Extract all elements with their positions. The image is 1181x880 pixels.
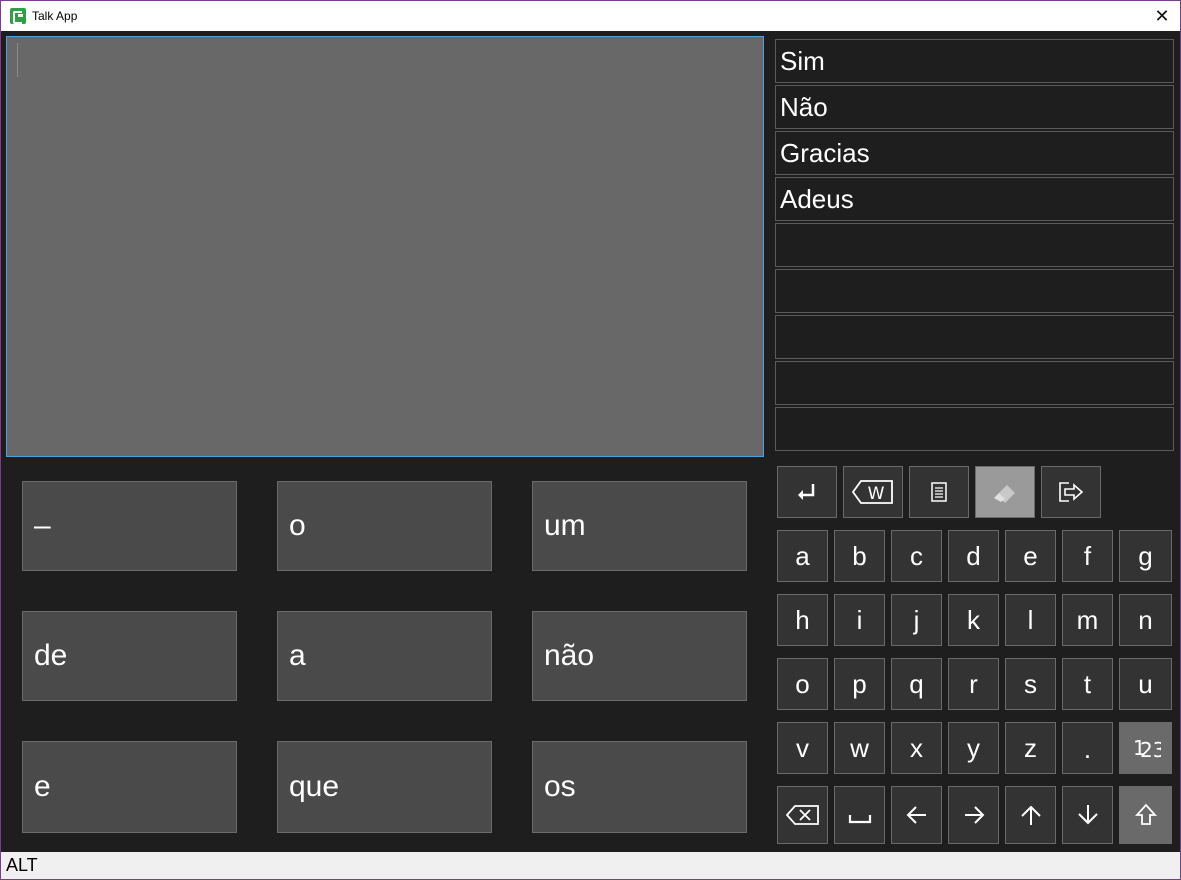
document-icon <box>931 482 947 502</box>
clear-text-button[interactable] <box>975 466 1035 518</box>
shift-icon <box>1134 803 1157 825</box>
phrase-item-3[interactable]: Gracias <box>775 131 1174 175</box>
svg-text:23: 23 <box>1140 738 1161 761</box>
space-icon <box>848 815 871 824</box>
phrase-list-button[interactable] <box>909 466 969 518</box>
phrase-item-7[interactable] <box>775 315 1174 359</box>
key-i[interactable]: i <box>834 594 885 646</box>
prediction-button[interactable]: – <box>22 481 237 571</box>
key-l[interactable]: l <box>1005 594 1056 646</box>
phrase-item-5[interactable] <box>775 223 1174 267</box>
key-p[interactable]: p <box>834 658 885 710</box>
key-w[interactable]: w <box>834 722 885 774</box>
key-j[interactable]: j <box>891 594 942 646</box>
key-s[interactable]: s <box>1005 658 1056 710</box>
arrow-up-icon <box>1020 805 1041 825</box>
key-u[interactable]: u <box>1119 658 1172 710</box>
exit-icon <box>1059 482 1084 502</box>
app-icon <box>10 8 26 24</box>
key-n[interactable]: n <box>1119 594 1172 646</box>
arrow-right-key[interactable] <box>948 786 999 844</box>
key-c[interactable]: c <box>891 530 942 582</box>
arrow-left-key[interactable] <box>891 786 942 844</box>
delete-word-icon: W <box>851 480 893 504</box>
arrow-up-key[interactable] <box>1005 786 1056 844</box>
numbers-key[interactable]: 1 23 <box>1119 722 1172 774</box>
key-q[interactable]: q <box>891 658 942 710</box>
key-f[interactable]: f <box>1062 530 1113 582</box>
key-e[interactable]: e <box>1005 530 1056 582</box>
backspace-icon <box>785 805 819 825</box>
enter-button[interactable] <box>777 466 837 518</box>
exit-button[interactable] <box>1041 466 1101 518</box>
close-button[interactable]: ✕ <box>1150 4 1174 28</box>
enter-icon <box>798 484 815 500</box>
key-o[interactable]: o <box>777 658 828 710</box>
key-k[interactable]: k <box>948 594 999 646</box>
phrase-item-4[interactable]: Adeus <box>775 177 1174 221</box>
window-title: Talk App <box>32 9 78 23</box>
eraser-icon <box>994 485 1015 503</box>
prediction-button[interactable]: os <box>532 741 747 833</box>
numbers-icon: 1 23 <box>1133 736 1161 761</box>
message-text-area[interactable] <box>6 36 764 457</box>
shift-key[interactable] <box>1119 786 1172 844</box>
key-y[interactable]: y <box>948 722 999 774</box>
svg-text:W: W <box>868 484 885 504</box>
key-period[interactable]: . <box>1062 722 1113 774</box>
space-key[interactable] <box>834 786 885 844</box>
arrow-down-key[interactable] <box>1062 786 1113 844</box>
key-m[interactable]: m <box>1062 594 1113 646</box>
text-caret <box>17 43 18 77</box>
status-text: ALT <box>6 855 38 875</box>
phrase-item-1[interactable]: Sim <box>775 39 1174 83</box>
key-d[interactable]: d <box>948 530 999 582</box>
prediction-button[interactable]: a <box>277 611 492 701</box>
phrase-item-9[interactable] <box>775 407 1174 451</box>
phrase-item-2[interactable]: Não <box>775 85 1174 129</box>
status-bar: ALT <box>1 852 1180 879</box>
phrase-item-6[interactable] <box>775 269 1174 313</box>
key-v[interactable]: v <box>777 722 828 774</box>
key-g[interactable]: g <box>1119 530 1172 582</box>
prediction-button[interactable]: um <box>532 481 747 571</box>
backspace-key[interactable] <box>777 786 828 844</box>
arrow-right-icon <box>964 806 984 824</box>
key-x[interactable]: x <box>891 722 942 774</box>
prediction-button[interactable]: e <box>22 741 237 833</box>
key-z[interactable]: z <box>1005 722 1056 774</box>
key-h[interactable]: h <box>777 594 828 646</box>
key-a[interactable]: a <box>777 530 828 582</box>
delete-word-button[interactable]: W <box>843 466 903 518</box>
key-r[interactable]: r <box>948 658 999 710</box>
prediction-button[interactable]: de <box>22 611 237 701</box>
app-window: Talk App ✕ Sim Não Gracias Adeus – o um … <box>0 0 1181 880</box>
arrow-down-icon <box>1077 805 1098 825</box>
phrase-item-8[interactable] <box>775 361 1174 405</box>
prediction-button[interactable]: o <box>277 481 492 571</box>
title-bar: Talk App ✕ <box>1 1 1180 31</box>
key-t[interactable]: t <box>1062 658 1113 710</box>
prediction-button[interactable]: que <box>277 741 492 833</box>
key-b[interactable]: b <box>834 530 885 582</box>
prediction-button[interactable]: não <box>532 611 747 701</box>
arrow-left-icon <box>906 806 926 824</box>
